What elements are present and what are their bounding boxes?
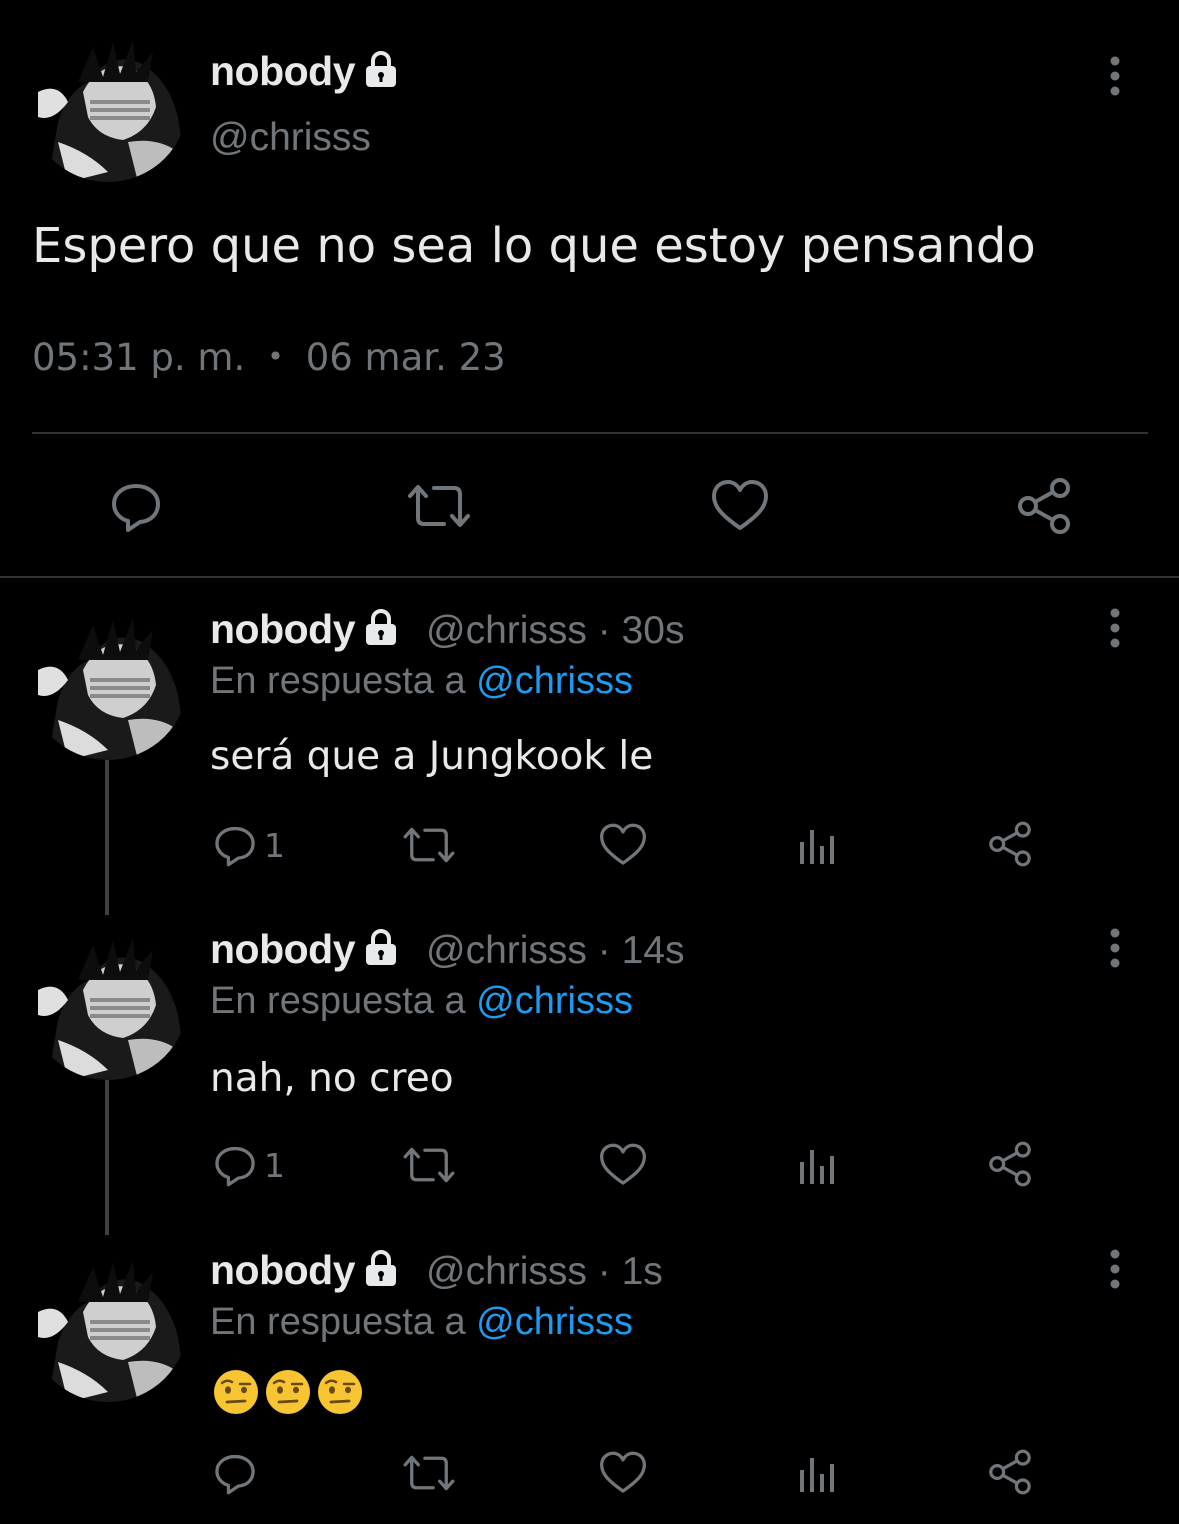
like-button[interactable] — [598, 822, 648, 868]
more-icon[interactable] — [1105, 52, 1125, 102]
thread-line — [105, 1080, 109, 1235]
reply-count: 1 — [264, 825, 285, 865]
reply-text: nah, no creo — [210, 1056, 454, 1101]
like-button[interactable] — [598, 1142, 648, 1188]
like-icon — [600, 1143, 646, 1185]
views-button[interactable] — [796, 824, 838, 866]
like-icon — [712, 480, 768, 530]
lock-icon — [366, 1250, 397, 1286]
reply-icon — [215, 1146, 255, 1187]
like-icon — [600, 1451, 646, 1493]
tweet-time: 05:31 p. m. — [32, 336, 246, 379]
like-icon — [600, 823, 646, 865]
tweet-date: 06 mar. 23 — [305, 336, 506, 379]
retweet-icon — [408, 485, 470, 527]
retweet-button[interactable] — [404, 478, 474, 534]
display-name[interactable]: nobody — [210, 48, 401, 95]
retweet-icon — [403, 1455, 455, 1491]
mention-link[interactable]: @chrisss — [476, 1301, 633, 1343]
views-button[interactable] — [796, 1452, 838, 1494]
views-icon — [800, 830, 834, 864]
avatar-image — [28, 1242, 188, 1402]
handle-time[interactable]: @chrisss · 30s — [426, 609, 684, 653]
share-button[interactable] — [986, 1448, 1034, 1496]
like-button[interactable] — [710, 478, 770, 534]
more-icon[interactable] — [1105, 924, 1125, 974]
more-icon[interactable] — [1105, 604, 1125, 654]
divider — [32, 432, 1148, 434]
retweet-button[interactable] — [400, 1142, 458, 1188]
views-icon — [800, 1150, 834, 1184]
reply-text: será que a Jungkook le — [210, 734, 654, 779]
handle-time[interactable]: @chrisss · 1s — [426, 1250, 663, 1294]
lock-icon — [366, 609, 397, 645]
timestamp[interactable]: 05:31 p. m. • 06 mar. 23 — [32, 336, 506, 379]
retweet-button[interactable] — [400, 822, 458, 868]
display-name[interactable]: nobody — [210, 926, 401, 973]
share-button[interactable] — [1014, 476, 1074, 536]
views-icon — [800, 1458, 834, 1492]
retweet-icon — [403, 1147, 455, 1183]
tweet-text: Espero que no sea lo que estoy pensando — [32, 218, 1036, 274]
avatar-image — [28, 920, 188, 1080]
views-button[interactable] — [796, 1144, 838, 1186]
avatar-image — [28, 22, 188, 182]
retweet-icon — [403, 827, 455, 863]
display-name[interactable]: nobody — [210, 1247, 401, 1294]
separator: • — [267, 340, 284, 373]
share-icon — [1018, 478, 1070, 534]
share-icon — [989, 1449, 1031, 1495]
reply-context: En respuesta a @chrisss — [210, 1301, 633, 1343]
avatar[interactable] — [28, 600, 188, 760]
display-name[interactable]: nobody — [210, 606, 401, 653]
avatar[interactable] — [28, 22, 188, 182]
tweet-thread-page: nobody @chrisss Espero que no sea lo que… — [0, 0, 1179, 1524]
share-button[interactable] — [986, 1140, 1034, 1188]
reply-icon — [215, 826, 255, 867]
retweet-button[interactable] — [400, 1450, 458, 1496]
raised-eyebrow-emoji — [318, 1370, 362, 1414]
reply-button[interactable] — [108, 478, 164, 534]
reply-button[interactable]: 1 — [212, 1142, 285, 1188]
lock-icon — [366, 51, 397, 87]
raised-eyebrow-emoji — [266, 1370, 310, 1414]
share-icon — [989, 821, 1031, 867]
reply-context: En respuesta a @chrisss — [210, 660, 633, 702]
handle-time[interactable]: @chrisss · 14s — [426, 929, 684, 973]
avatar-image — [28, 600, 188, 760]
reply-count: 1 — [264, 1145, 285, 1185]
divider — [0, 576, 1179, 578]
reply-button[interactable] — [212, 1450, 264, 1496]
mention-link[interactable]: @chrisss — [476, 980, 633, 1022]
mention-link[interactable]: @chrisss — [476, 660, 633, 702]
more-icon[interactable] — [1105, 1245, 1125, 1295]
raised-eyebrow-emoji — [214, 1370, 258, 1414]
avatar[interactable] — [28, 920, 188, 1080]
reply-icon — [215, 1454, 255, 1495]
share-button[interactable] — [986, 820, 1034, 868]
reply-button[interactable]: 1 — [212, 822, 285, 868]
thread-line — [105, 760, 109, 915]
reply-text: 🤨🤨🤨 — [212, 1368, 364, 1416]
reply-icon — [112, 484, 160, 532]
handle[interactable]: @chrisss — [210, 116, 371, 160]
like-button[interactable] — [598, 1450, 648, 1496]
reply-context: En respuesta a @chrisss — [210, 980, 633, 1022]
share-icon — [989, 1141, 1031, 1187]
avatar[interactable] — [28, 1242, 188, 1402]
lock-icon — [366, 929, 397, 965]
